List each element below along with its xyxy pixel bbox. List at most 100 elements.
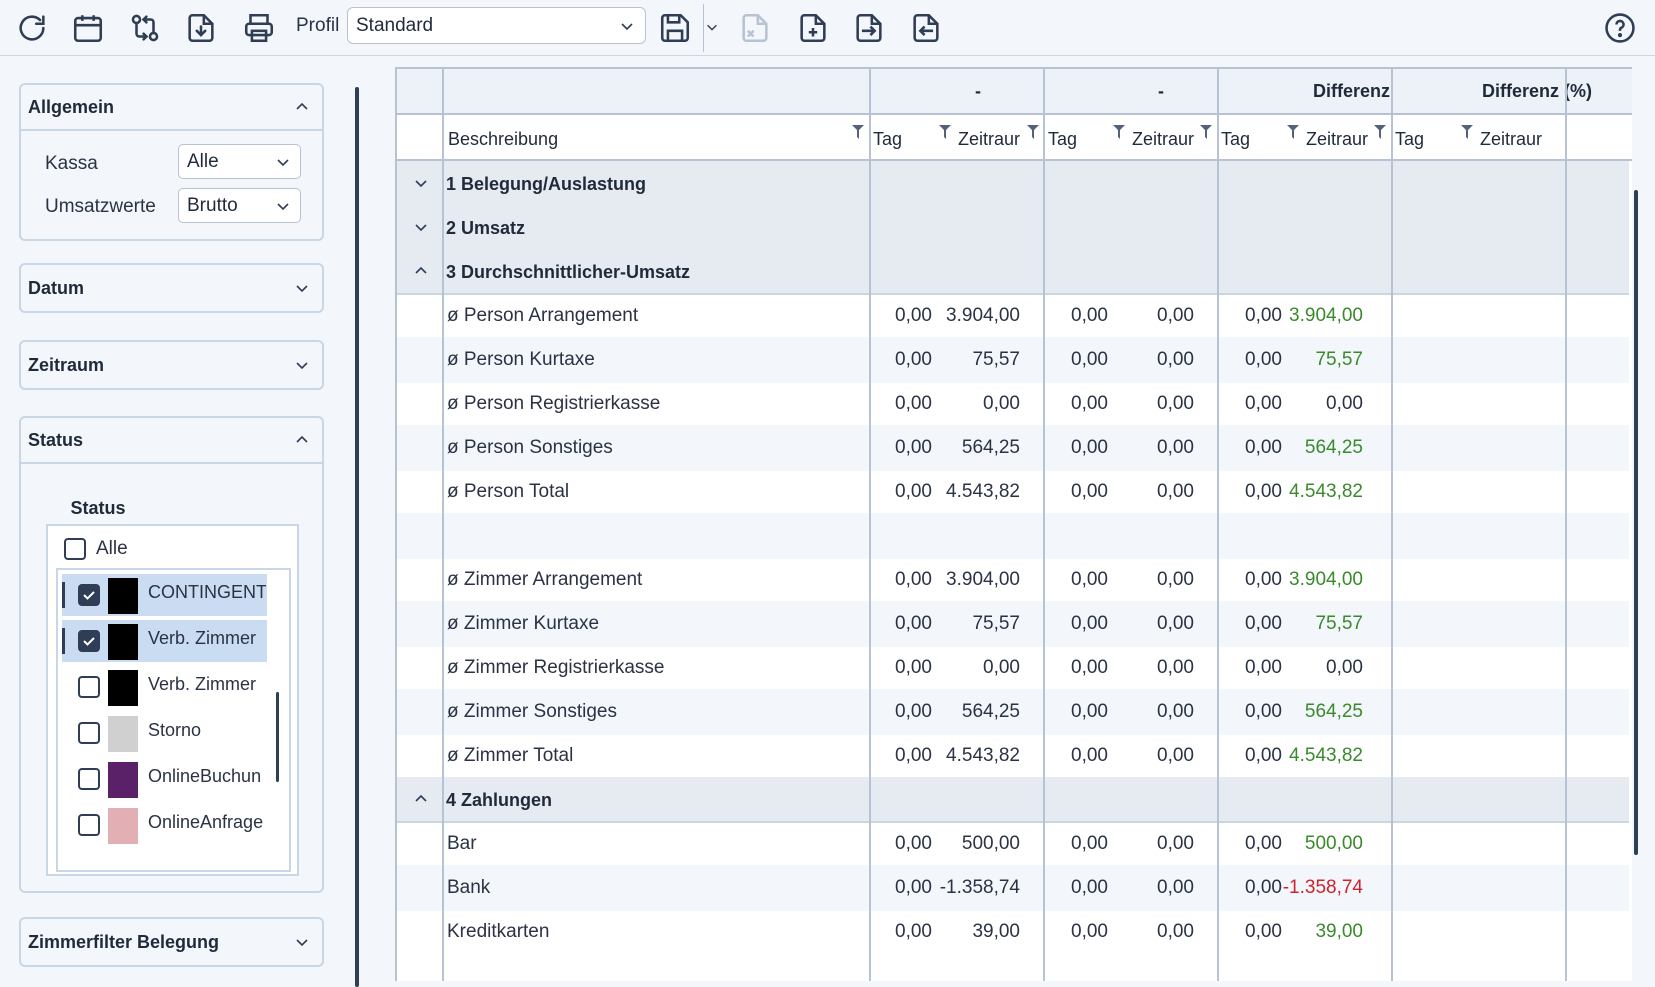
row-value: 0,00 (895, 305, 932, 326)
chevron-up-icon (296, 435, 308, 443)
table-row[interactable]: ø Zimmer Registrierkasse 0,00 0,00 0,00 0,00… (397, 645, 1629, 691)
row-value: 0,00 (1071, 349, 1108, 370)
chevron-down-icon[interactable] (413, 175, 429, 191)
filter-icon[interactable] (1027, 125, 1039, 139)
row-group-header[interactable]: 2 Umsatz (397, 205, 1629, 251)
panel-title: Zimmerfilter Belegung (28, 931, 220, 952)
status-item[interactable]: CONTINGENT (62, 574, 267, 616)
row-description: ø Zimmer Kurtaxe (447, 613, 600, 634)
new-file-icon[interactable] (793, 8, 833, 48)
filter-icon[interactable] (852, 125, 864, 139)
filter-icon[interactable] (1374, 125, 1386, 139)
status-item[interactable]: Storno (62, 712, 267, 754)
column-header-tag[interactable]: Tag (1048, 129, 1077, 150)
umsatzwerte-select[interactable]: Brutto (178, 188, 301, 223)
table-row[interactable] (397, 513, 1629, 559)
row-value: 0,00 (895, 569, 932, 590)
column-header-zeitraum[interactable]: Zeitraur (1480, 129, 1542, 150)
column-header-zeitraum[interactable]: Zeitraur (1132, 129, 1194, 150)
grid-scrollbar[interactable] (1634, 190, 1638, 855)
export-icon[interactable] (906, 8, 946, 48)
calendar-icon[interactable] (68, 8, 108, 48)
alle-checkbox[interactable] (64, 538, 86, 560)
row-value: 0,00 (1245, 657, 1282, 678)
table-row[interactable]: ø Person Kurtaxe 0,00 75,57 0,00 0,00 0,00 75,… (397, 337, 1629, 383)
table-row[interactable]: ø Person Registrierkasse 0,00 0,00 0,00 0,00… (397, 381, 1629, 427)
table-row[interactable]: Bank 0,00 -1.358,74 0,00 0,00 0,00 -1.358,74 (397, 865, 1629, 911)
table-row[interactable]: ø Person Total 0,00 4.543,82 0,00 0,00 0,00 4.… (397, 469, 1629, 515)
row-value: 500,00 (961, 833, 1020, 854)
row-description: Kreditkarten (447, 921, 550, 942)
panel-zeitraum-header[interactable]: Zeitraum (21, 342, 322, 388)
chevron-down-icon[interactable] (705, 20, 719, 34)
row-group-header[interactable]: 4 Zahlungen (397, 777, 1629, 823)
selection-bar (62, 582, 65, 608)
status-checkbox[interactable] (78, 722, 100, 744)
row-description: Bank (447, 877, 491, 898)
row-value: 564,25 (1304, 437, 1363, 458)
table-row[interactable]: ø Zimmer Sonstiges 0,00 564,25 0,00 0,00 0,00… (397, 689, 1629, 735)
row-group-header[interactable]: 3 Durchschnittlicher-Umsatz (397, 249, 1629, 295)
status-checkbox[interactable] (78, 676, 100, 698)
table-row[interactable]: Bar 0,00 500,00 0,00 0,00 0,00 500,00 (397, 821, 1629, 867)
column-header-tag[interactable]: Tag (1221, 129, 1250, 150)
row-description: Bar (447, 833, 477, 854)
help-icon[interactable] (1600, 8, 1640, 48)
row-value: 3.904,00 (946, 569, 1020, 590)
table-row[interactable]: ø Person Sonstiges 0,00 564,25 0,00 0,00 0,00… (397, 425, 1629, 471)
table-row[interactable]: ø Zimmer Arrangement 0,00 3.904,00 0,00 0,00… (397, 557, 1629, 603)
panel-allgemein-header[interactable]: Allgemein (21, 85, 322, 131)
download-icon[interactable] (181, 8, 221, 48)
table-row[interactable]: Kreditkarten 0,00 39,00 0,00 0,00 0,00 39,00 (397, 909, 1629, 955)
print-icon[interactable] (239, 8, 279, 48)
column-divider (1565, 69, 1567, 981)
profil-select[interactable]: Standard (347, 7, 646, 44)
table-row[interactable]: ø Person Arrangement 0,00 3.904,00 0,00 0,00… (397, 293, 1629, 339)
status-checkbox[interactable] (78, 584, 100, 606)
filter-icon[interactable] (1200, 125, 1212, 139)
toolbar-separator (703, 4, 704, 52)
filter-icon[interactable] (1113, 125, 1125, 139)
report-grid: - - Differenz Differenz (%) Beschreibung… (395, 67, 1632, 981)
chevron-down-icon[interactable] (413, 219, 429, 235)
kassa-value: Alle (187, 151, 219, 172)
import-icon[interactable] (849, 8, 889, 48)
status-item[interactable]: Verb. Zimmer (62, 666, 267, 708)
status-color-swatch (108, 762, 138, 798)
kassa-select[interactable]: Alle (178, 144, 301, 179)
filter-icon[interactable] (1287, 125, 1299, 139)
status-item[interactable]: OnlineAnfrage (62, 804, 267, 846)
status-item[interactable]: OnlineBuchun (62, 758, 267, 800)
column-header-beschreibung[interactable]: Beschreibung (448, 129, 558, 150)
panel-status-header[interactable]: Status (21, 418, 322, 464)
panel-allgemein: Allgemein Kassa Alle Umsatzwerte Brutto (19, 83, 324, 241)
refresh-icon[interactable] (12, 8, 52, 48)
row-value: 0,00 (1071, 437, 1108, 458)
column-header-tag[interactable]: Tag (873, 129, 902, 150)
save-icon[interactable] (655, 8, 695, 48)
status-item[interactable]: Verb. Zimmer (62, 620, 267, 662)
table-row[interactable]: ø Zimmer Total 0,00 4.543,82 0,00 0,00 0,00 4.… (397, 733, 1629, 779)
chevron-up-icon[interactable] (413, 791, 429, 807)
row-group-header[interactable]: 1 Belegung/Auslastung (397, 161, 1629, 207)
filter-icon[interactable] (939, 125, 951, 139)
table-row[interactable]: ø Zimmer Kurtaxe 0,00 75,57 0,00 0,00 0,00 75,… (397, 601, 1629, 647)
column-header-zeitraum[interactable]: Zeitraur (958, 129, 1020, 150)
sidebar-scrollbar[interactable] (355, 87, 359, 987)
status-checkbox[interactable] (78, 814, 100, 836)
compare-icon[interactable] (125, 8, 165, 48)
row-value: 0,00 (895, 657, 932, 678)
status-list-scrollbar[interactable] (276, 692, 279, 782)
filter-icon[interactable] (1461, 125, 1473, 139)
column-header-zeitraum[interactable]: Zeitraur (1306, 129, 1368, 150)
delete-file-icon[interactable] (735, 8, 775, 48)
panel-datum-header[interactable]: Datum (21, 265, 322, 311)
row-value: 0,00 (1157, 569, 1194, 590)
row-value: 0,00 (1245, 877, 1282, 898)
status-checkbox[interactable] (78, 768, 100, 790)
status-checkbox[interactable] (78, 630, 100, 652)
panel-zimmerfilter-header[interactable]: Zimmerfilter Belegung (21, 919, 322, 965)
chevron-up-icon[interactable] (413, 263, 429, 279)
column-header-tag[interactable]: Tag (1395, 129, 1424, 150)
row-value: 0,00 (1071, 745, 1108, 766)
